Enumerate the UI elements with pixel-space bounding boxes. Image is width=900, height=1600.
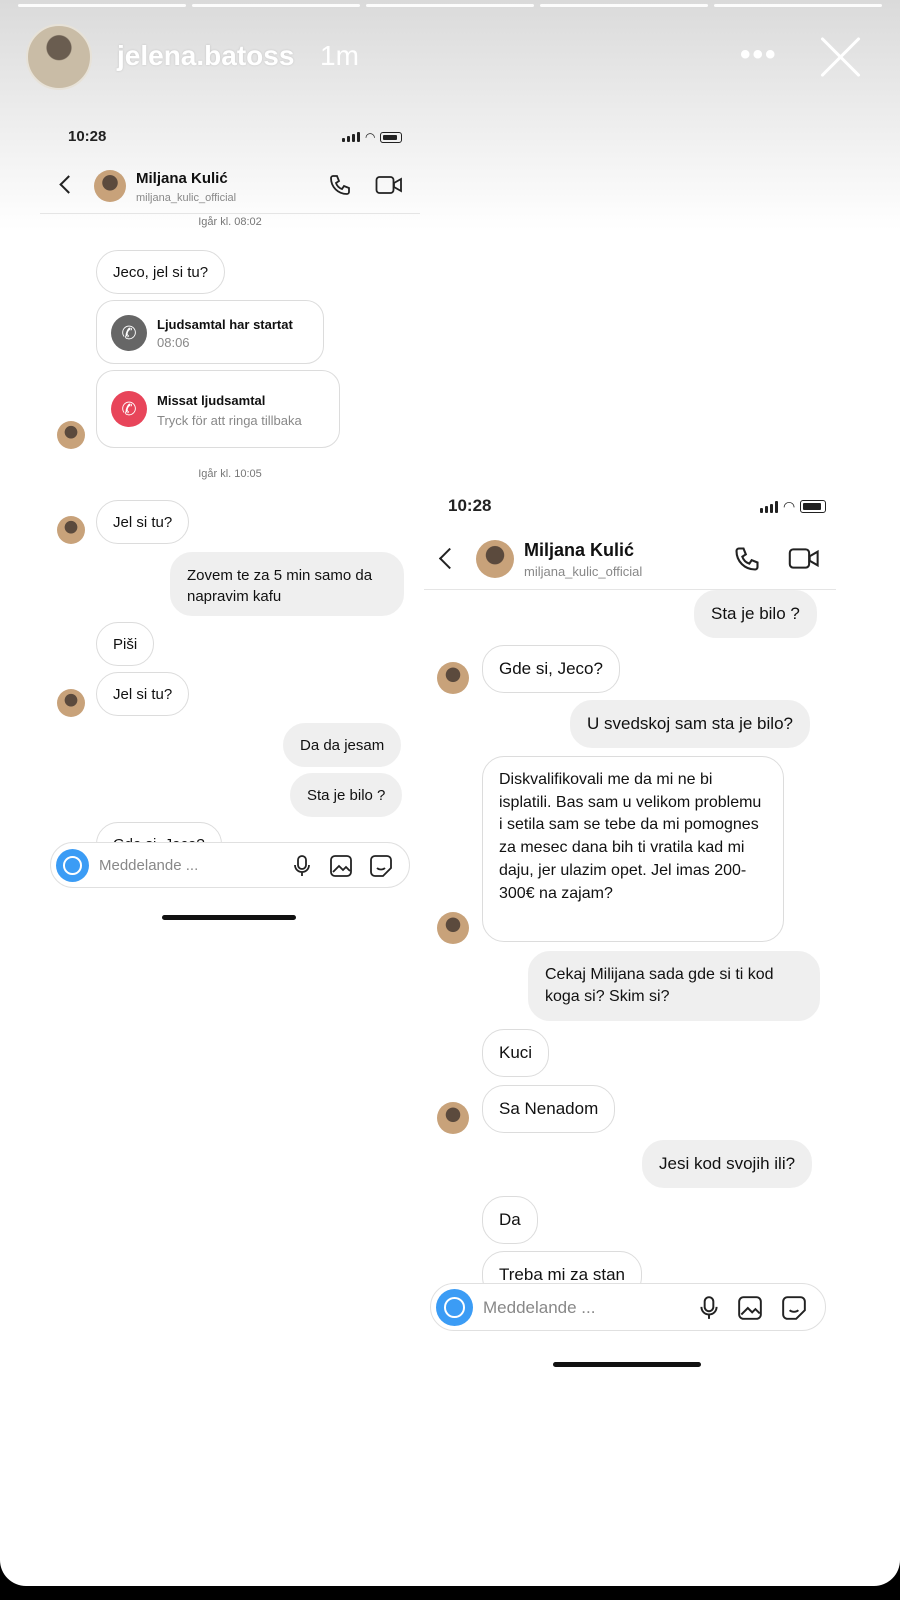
message-outgoing[interactable]: Cekaj Milijana sada gde si ti kod koga s… — [528, 951, 820, 1021]
message-incoming[interactable]: Kuci — [482, 1029, 550, 1077]
phone-icon[interactable] — [733, 545, 761, 573]
avatar — [437, 662, 469, 694]
avatar — [437, 1102, 469, 1134]
story-viewer: jelena.batoss 1m ••• 10:28 ◠ Miljana Kul… — [0, 0, 900, 1586]
partial-message-clip: Treba mi za stan — [482, 1251, 662, 1283]
avatar — [437, 912, 469, 944]
message-incoming[interactable]: Sa Nenadom — [482, 1085, 616, 1133]
video-icon[interactable] — [788, 546, 820, 571]
camera-icon[interactable] — [436, 1289, 473, 1326]
status-time: 10:28 — [448, 496, 492, 515]
wifi-icon: ◠ — [783, 498, 796, 514]
microphone-icon[interactable] — [699, 1295, 719, 1321]
message-incoming[interactable]: Gde si, Jeco? — [482, 645, 620, 693]
message-composer[interactable]: Meddelande ... — [430, 1283, 826, 1331]
message-incoming[interactable]: Da — [482, 1196, 538, 1244]
contact-avatar[interactable] — [476, 540, 514, 578]
back-chevron-icon[interactable] — [438, 547, 461, 570]
screenshot-right: 10:28 ◠ Miljana Kulić miljana_kulic_offi… — [0, 0, 900, 1400]
message-outgoing[interactable]: Sta je bilo ? — [694, 590, 817, 638]
message-incoming[interactable]: Diskvalifikovali me da mi ne bi isplatil… — [482, 756, 784, 942]
message-outgoing[interactable]: Jesi kod svojih ili? — [642, 1140, 813, 1188]
message-incoming[interactable]: Treba mi za stan — [482, 1251, 642, 1283]
contact-name[interactable]: Miljana Kulić — [524, 540, 634, 561]
gallery-icon[interactable] — [737, 1295, 763, 1321]
battery-icon — [800, 500, 827, 513]
message-input[interactable]: Meddelande ... — [483, 1298, 595, 1318]
contact-username: miljana_kulic_official — [524, 564, 643, 579]
home-indicator — [553, 1362, 701, 1367]
message-outgoing[interactable]: U svedskoj sam sta je bilo? — [570, 700, 810, 748]
status-icons: ◠ — [760, 498, 827, 515]
signal-icon — [760, 500, 778, 513]
sticker-icon[interactable] — [781, 1295, 807, 1321]
